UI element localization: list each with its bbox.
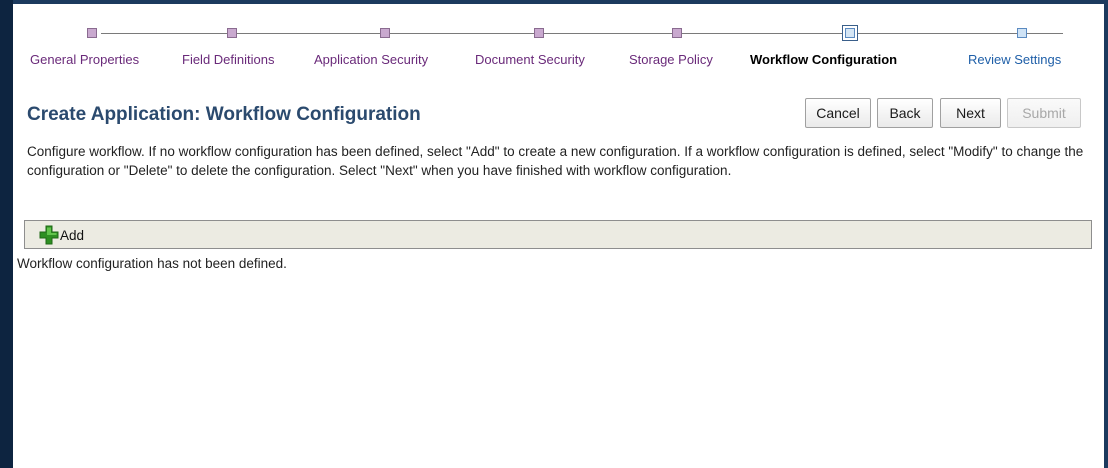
train-step-general-properties[interactable]: General Properties	[30, 52, 139, 67]
train-step-application-security[interactable]: Application Security	[314, 52, 428, 67]
cancel-button[interactable]: Cancel	[805, 98, 871, 128]
wizard-train-labels: General Properties Field Definitions App…	[17, 52, 1100, 70]
train-stop-storage-policy[interactable]	[672, 28, 682, 38]
frame-right-border	[1104, 0, 1108, 468]
frame-left-border	[0, 0, 13, 468]
page-title: Create Application: Workflow Configurati…	[27, 104, 421, 125]
train-stop-general-properties[interactable]	[87, 28, 97, 38]
train-stop-field-definitions[interactable]	[227, 28, 237, 38]
next-button[interactable]: Next	[940, 98, 1001, 128]
add-button-label: Add	[60, 227, 85, 243]
page-content: General Properties Field Definitions App…	[17, 4, 1100, 468]
train-step-storage-policy[interactable]: Storage Policy	[629, 52, 713, 67]
train-step-review-settings[interactable]: Review Settings	[968, 52, 1061, 67]
train-step-field-definitions[interactable]: Field Definitions	[182, 52, 275, 67]
train-step-workflow-configuration: Workflow Configuration	[750, 52, 898, 67]
empty-state-message: Workflow configuration has not been defi…	[17, 256, 287, 271]
train-stop-review-settings[interactable]	[1017, 28, 1027, 38]
window-frame: General Properties Field Definitions App…	[0, 0, 1108, 468]
wizard-train	[17, 24, 1100, 41]
submit-button: Submit	[1007, 98, 1081, 128]
train-stop-application-security[interactable]	[380, 28, 390, 38]
back-button[interactable]: Back	[877, 98, 933, 128]
train-step-document-security[interactable]: Document Security	[475, 52, 585, 67]
train-connector-line	[101, 33, 1063, 34]
train-stop-workflow-configuration	[842, 25, 858, 41]
plus-icon	[39, 225, 59, 245]
workflow-toolbar: Add	[24, 220, 1092, 249]
train-stop-document-security[interactable]	[534, 28, 544, 38]
wizard-button-bar: Cancel Back Next Submit	[805, 98, 1093, 128]
add-button[interactable]: Add	[39, 225, 84, 245]
instructions-text: Configure workflow. If no workflow confi…	[27, 144, 1084, 178]
